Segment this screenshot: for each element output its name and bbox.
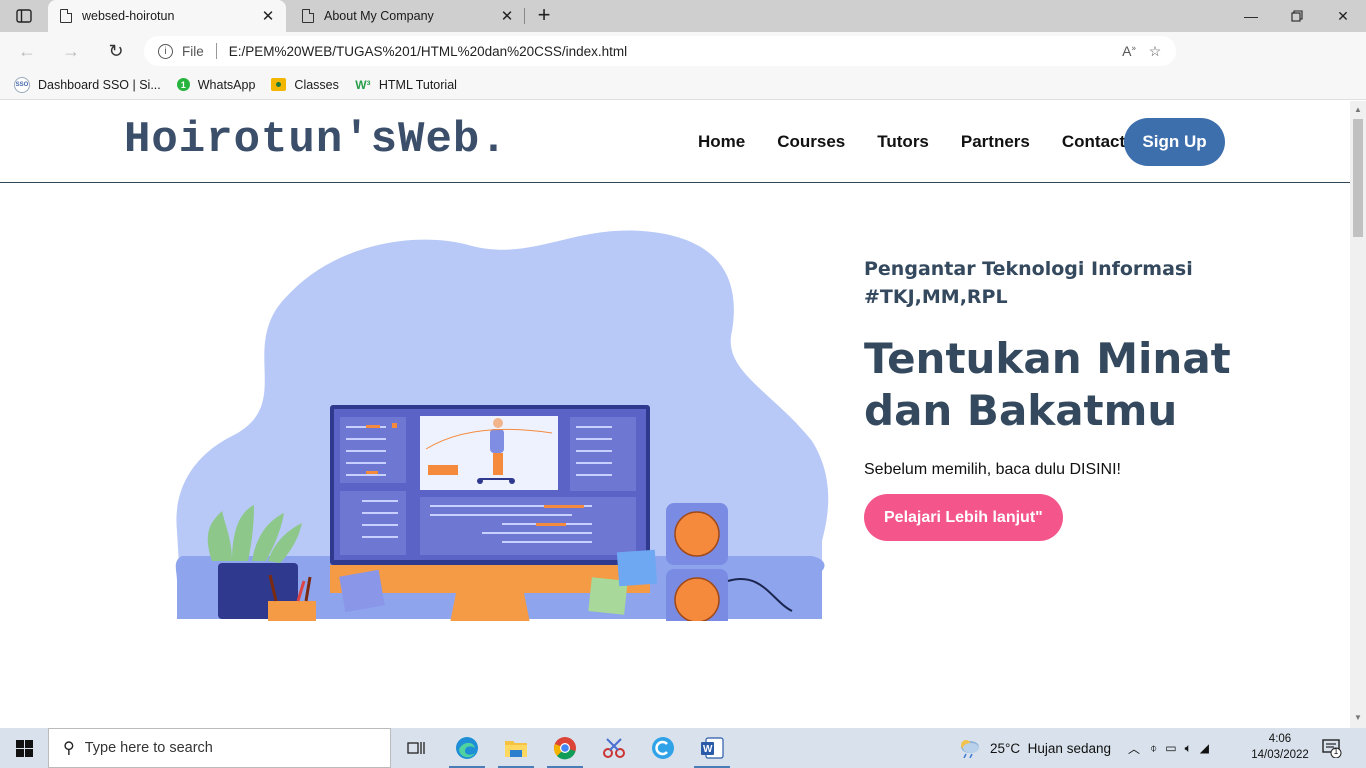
bookmark-classes[interactable]: Classes [271,78,339,92]
hero-section: Pengantar Teknologi Informasi #TKJ,MM,RP… [864,255,1284,541]
site-info-icon[interactable]: i [158,43,173,59]
clock-date: 14/03/2022 [1251,749,1309,761]
windows-logo-icon [15,739,33,757]
bookmark-html-tutorial[interactable]: W³ HTML Tutorial [355,77,457,93]
site-header: Hoirotun'sWeb. Home Courses Tutors Partn… [0,101,1350,183]
page-viewport: Hoirotun'sWeb. Home Courses Tutors Partn… [0,101,1350,728]
notification-icon [1322,739,1342,759]
task-view-icon [407,742,425,754]
scroll-down-icon[interactable]: ▼ [1353,713,1363,722]
main-nav: Home Courses Tutors Partners Contact [682,118,1141,166]
network-icon[interactable]: ◢ [1200,741,1209,755]
battery-icon[interactable]: ▭ [1165,741,1176,755]
forward-button[interactable]: → [58,39,84,63]
address-bar[interactable]: i File E:/PEM%20WEB/TUGAS%201/HTML%20dan… [144,36,1176,66]
close-window-button[interactable]: ✕ [1320,0,1366,32]
refresh-button[interactable]: ↻ [103,39,129,63]
word-icon: W [701,737,724,759]
taskbar-snipping-tool[interactable] [594,732,634,764]
url-text[interactable]: E:/PEM%20WEB/TUGAS%201/HTML%20dan%20CSS/… [229,44,1116,59]
read-aloud-icon[interactable]: A» [1116,43,1142,59]
tab-websed-hoirotun[interactable]: websed-hoirotun ✕ [48,0,286,32]
chevron-up-icon[interactable]: ︿ [1128,740,1140,757]
weather-text: 25°C Hujan sedang [990,740,1111,756]
taskbar-clock[interactable]: 4:06 14/03/2022 [1246,731,1314,763]
bookmark-whatsapp[interactable]: 1 WhatsApp [176,78,255,92]
system-tray: ︿ ⌽ ▭ 🔈︎ ◢ [1128,728,1209,768]
weather-widget[interactable]: 25°C Hujan sedang [958,728,1111,768]
hero-headline: Tentukan Minat dan Bakatmu [864,334,1231,435]
meet-now-icon[interactable]: ⌽ [1150,741,1157,756]
minimize-button[interactable]: — [1228,0,1274,32]
browser-tab-strip: websed-hoirotun ✕ About My Company ✕ + —… [0,0,1366,32]
scroll-up-icon[interactable]: ▲ [1353,105,1363,114]
search-placeholder: Type here to search [84,740,213,756]
taskbar-file-explorer[interactable] [496,732,536,768]
scissors-icon [603,738,625,758]
hero-description: Sebelum memilih, baca dulu DISINI! [864,461,1121,478]
taskbar-edge[interactable] [447,732,487,768]
bookmarks-bar: SSO Dashboard SSO | Si... 1 WhatsApp Cla… [0,70,1366,100]
learn-more-button[interactable]: Pelajari Lebih lanjut" [864,494,1063,541]
tab-actions-button[interactable] [8,4,40,28]
page-scrollbar[interactable]: ▲ ▼ [1350,101,1366,728]
notification-count: 1 [1333,747,1339,756]
w3schools-icon: W³ [355,77,371,92]
sso-icon: SSO [14,76,30,93]
nav-contact[interactable]: Contact [1062,132,1125,152]
windows-taskbar: ⚲ Type here to search W 25°C Hujan sedan… [0,728,1366,768]
tab-about-my-company[interactable]: About My Company ✕ [290,0,525,32]
page-icon [302,8,315,23]
whatsapp-icon: 1 [176,78,190,91]
page-icon [60,8,73,23]
scheme-label: File [182,43,204,59]
nav-courses[interactable]: Courses [777,132,845,152]
sign-up-button[interactable]: Sign Up [1124,118,1225,166]
add-favorite-icon[interactable]: ☆ [1142,43,1168,60]
hero-tags: #TKJ,MM,RPL [864,286,1008,308]
task-view-button[interactable] [396,732,436,764]
volume-icon[interactable]: 🔈︎ [1185,741,1192,756]
tab-title: About My Company [324,9,434,23]
tab-actions-icon [16,9,32,23]
restore-icon [1291,10,1303,22]
app-c-icon [652,737,674,759]
taskbar-chrome[interactable] [545,732,585,768]
start-button[interactable] [0,728,48,768]
close-tab-icon[interactable]: ✕ [495,4,519,28]
hero-subtitle: Pengantar Teknologi Informasi [864,258,1193,280]
nav-partners[interactable]: Partners [961,132,1030,152]
svg-text:W: W [703,744,713,755]
rain-cloud-icon [961,740,979,758]
back-button[interactable]: ← [14,39,40,63]
classroom-icon [271,78,287,91]
scroll-thumb[interactable] [1353,119,1363,237]
clock-time: 4:06 [1268,733,1292,745]
tab-title: websed-hoirotun [82,9,175,23]
notification-center-button[interactable]: 1 [1322,738,1342,759]
folder-icon [505,741,527,757]
bookmark-dashboard-sso[interactable]: SSO Dashboard SSO | Si... [14,76,161,93]
restore-button[interactable] [1274,0,1320,32]
nav-home[interactable]: Home [698,132,745,152]
new-tab-button[interactable]: + [532,4,556,28]
edge-icon [456,737,478,759]
taskbar-search[interactable]: ⚲ Type here to search [48,728,391,768]
hero-illustration [175,230,829,621]
site-logo[interactable]: Hoirotun'sWeb. [124,115,508,165]
nav-tutors[interactable]: Tutors [877,132,929,152]
taskbar-cortana-app[interactable] [643,732,683,764]
browser-toolbar: ← → ↻ i File E:/PEM%20WEB/TUGAS%201/HTML… [0,32,1366,94]
chrome-icon [554,737,576,760]
close-tab-icon[interactable]: ✕ [256,4,280,28]
taskbar-word[interactable]: W [692,732,732,768]
search-icon: ⚲ [63,740,75,757]
